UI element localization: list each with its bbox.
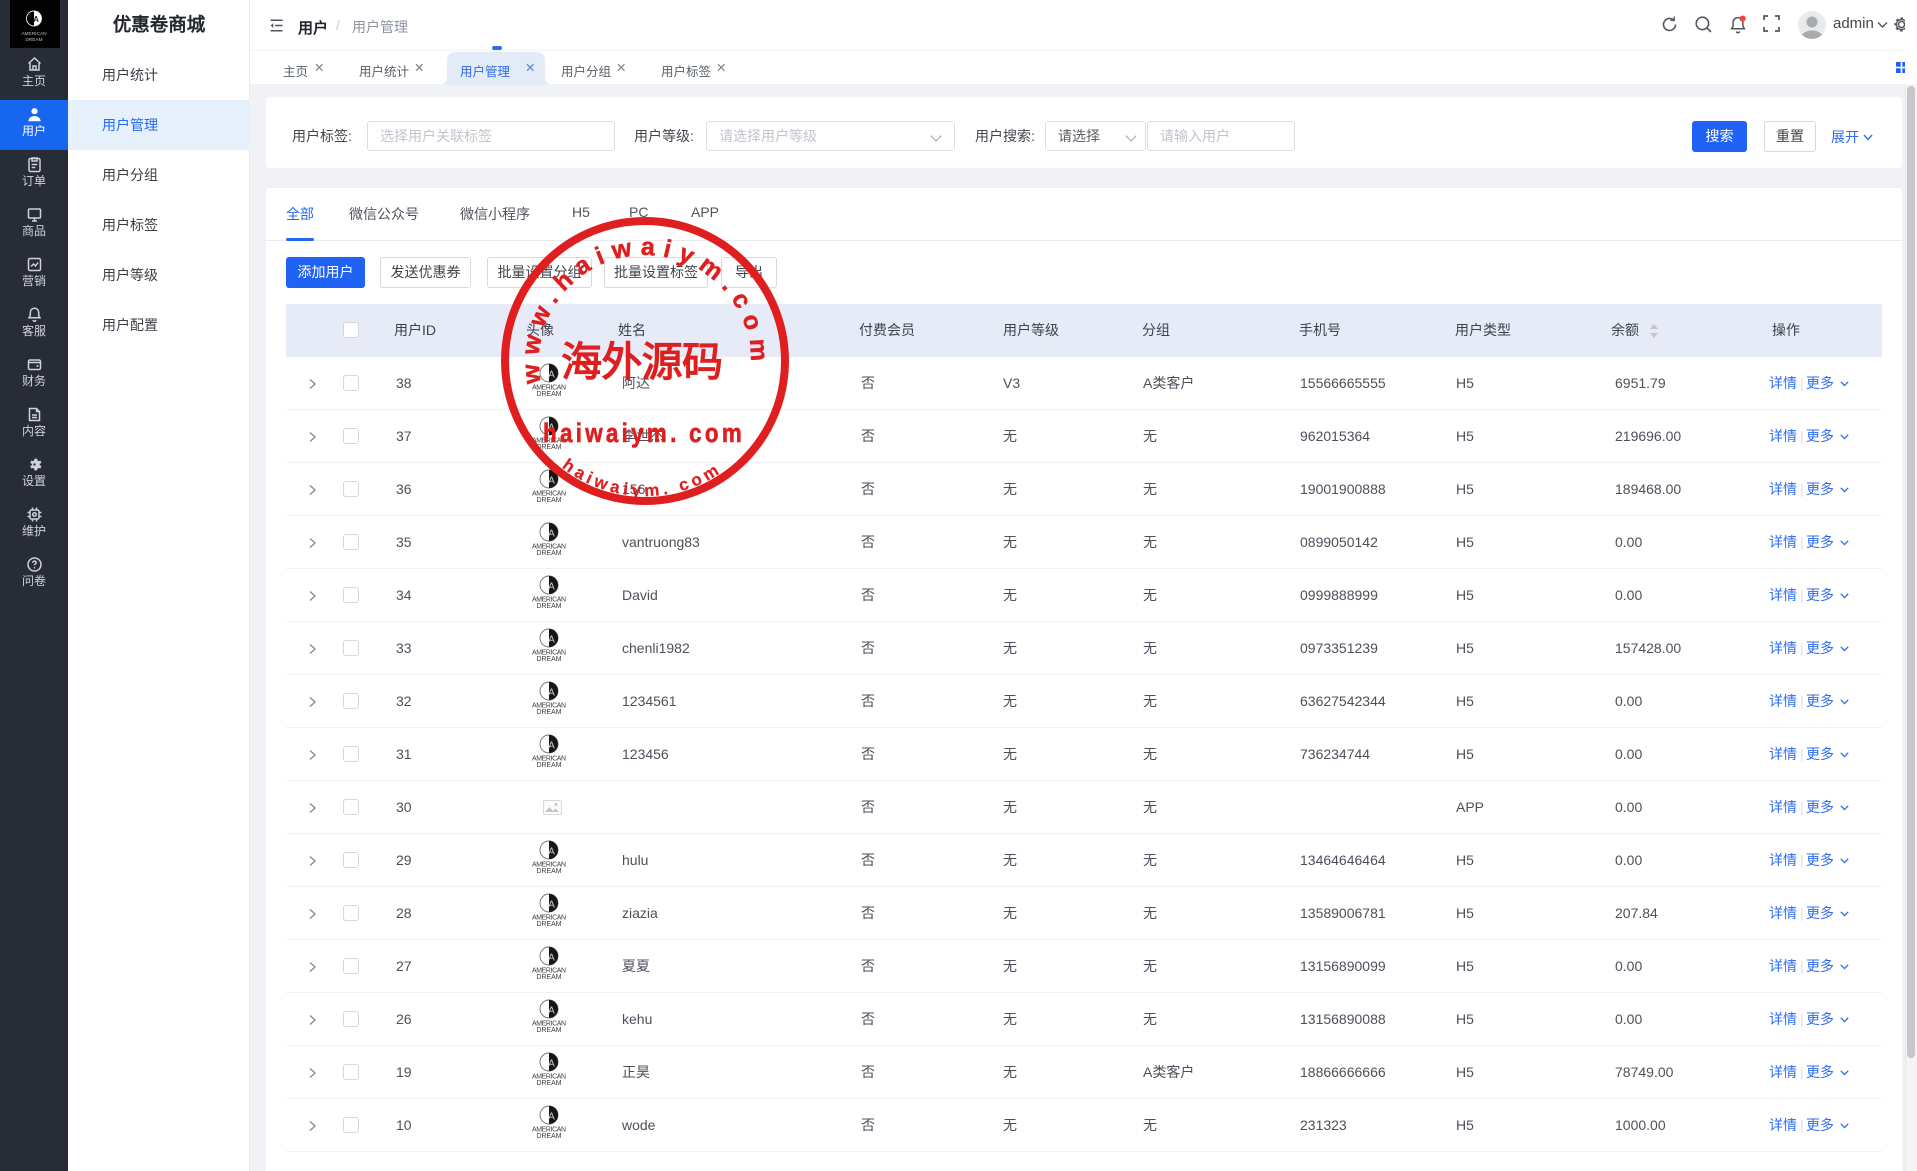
svg-text:AMERICAN: AMERICAN [21, 31, 47, 37]
svg-text:A: A [33, 15, 39, 24]
svg-text:DREAM: DREAM [25, 37, 42, 43]
